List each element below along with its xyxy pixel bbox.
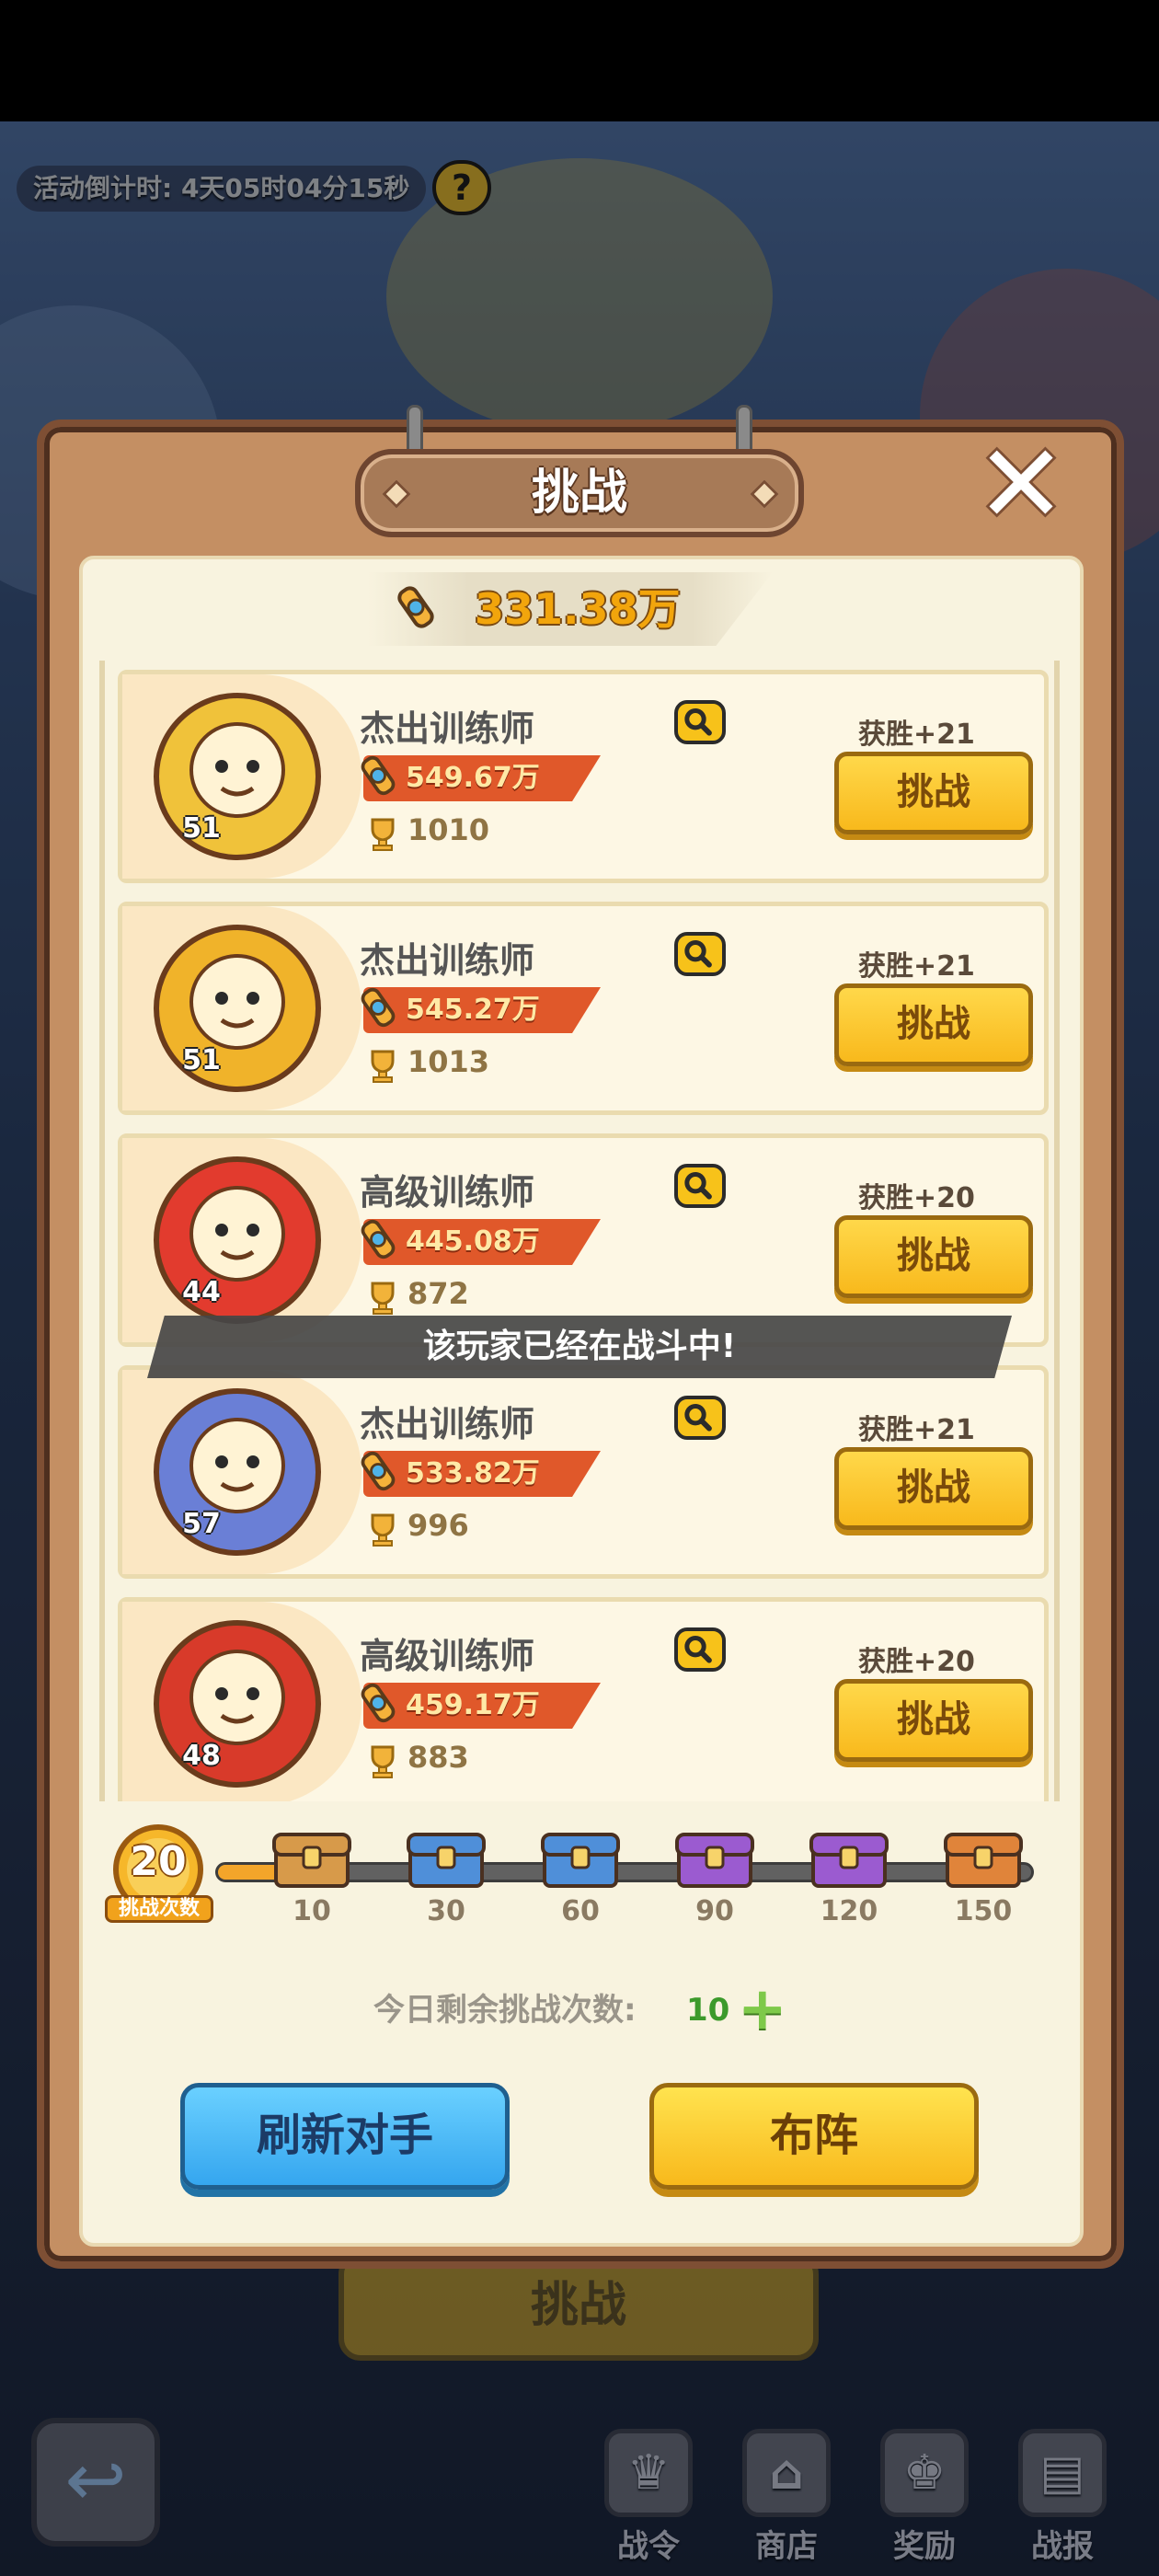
shop-icon: ⌂ (742, 2429, 831, 2517)
toast-message: 该玩家已经在战斗中! (147, 1316, 1012, 1378)
inspect-button[interactable] (674, 932, 726, 976)
trophy-icon (371, 1745, 395, 1778)
challenge-count-label: 挑战次数 (105, 1895, 213, 1923)
opponent-rank-title: 高级训练师 (360, 1636, 535, 1676)
win-reward: 获胜+20 (858, 1182, 975, 1214)
opponent-card: 48 高级训练师 459.17万 883 获胜+20 挑战 (118, 1597, 1049, 1801)
challenge-button[interactable]: 挑战 (834, 983, 1033, 1066)
trophy-icon (371, 1282, 395, 1315)
rewards-icon: ♚ (880, 2429, 969, 2517)
search-icon (684, 1404, 712, 1432)
inspect-button[interactable] (674, 1396, 726, 1440)
inspect-button[interactable] (674, 700, 726, 744)
battle-pass-icon: ♛ (604, 2429, 693, 2517)
back-button[interactable]: ↩ (31, 2418, 160, 2547)
milestone-label: 150 (954, 1895, 1013, 1927)
power-icon (361, 1683, 396, 1723)
nav-label: 奖励 (893, 2528, 956, 2565)
power-icon (361, 1451, 396, 1491)
opponent-level: 51 (182, 812, 221, 845)
opponent-card: 44 高级训练师 445.08万 872 获胜+20 挑战 (118, 1133, 1049, 1347)
power-icon (361, 987, 396, 1028)
opponent-power: 445.08万 (406, 1225, 540, 1258)
nav-rewards[interactable]: ♚ 奖励 (865, 2429, 984, 2567)
blue-chest-icon[interactable] (405, 1827, 488, 1892)
opponent-list[interactable]: 51 杰出训练师 549.67万 1010 获胜+21 挑战 51 杰出训练师 … (99, 661, 1060, 1801)
inspect-button[interactable] (674, 1164, 726, 1208)
wood-chest-icon[interactable] (270, 1827, 353, 1892)
opponent-level: 57 (182, 1508, 221, 1540)
trophy-icon (371, 818, 395, 851)
search-icon (684, 1172, 712, 1200)
opponent-level: 51 (182, 1044, 221, 1076)
opponent-power: 549.67万 (406, 762, 540, 794)
purple-chest-icon[interactable] (808, 1827, 890, 1892)
nav-label: 战报 (1031, 2528, 1094, 2565)
opponent-trophies: 1010 (407, 812, 490, 847)
status-bar-area (0, 0, 1159, 121)
inspect-button[interactable] (674, 1627, 726, 1672)
power-icon (361, 755, 396, 796)
milestone-label: 60 (561, 1895, 600, 1927)
opponent-power: 533.82万 (406, 1457, 540, 1489)
opponent-trophies: 1013 (407, 1044, 490, 1079)
opponent-level: 48 (182, 1740, 221, 1772)
opponent-trophies: 872 (407, 1276, 469, 1311)
my-power-value: 331.38万 (475, 584, 681, 634)
challenge-button[interactable]: 挑战 (834, 752, 1033, 834)
opponent-trophies: 996 (407, 1508, 469, 1543)
modal-title: 挑战 (531, 466, 627, 521)
nav-label: 商店 (755, 2528, 818, 2565)
challenge-button[interactable]: 挑战 (834, 1215, 1033, 1298)
power-icon (361, 1219, 396, 1259)
search-icon (684, 940, 712, 968)
win-reward: 获胜+21 (858, 950, 975, 983)
opponent-card: 51 杰出训练师 549.67万 1010 获胜+21 挑战 (118, 670, 1049, 883)
opponent-power: 459.17万 (406, 1689, 540, 1721)
milestone-label: 120 (820, 1895, 878, 1927)
opponent-card: 51 杰出训练师 545.27万 1013 获胜+21 挑战 (118, 902, 1049, 1115)
close-button[interactable]: ✕ (975, 430, 1067, 538)
trophy-icon (371, 1513, 395, 1547)
win-reward: 获胜+20 (858, 1646, 975, 1678)
add-attempts-button[interactable]: + (738, 1980, 787, 2039)
opponent-rank-title: 高级训练师 (360, 1172, 535, 1213)
milestone-label: 10 (293, 1895, 331, 1927)
purple-chest-icon[interactable] (673, 1827, 756, 1892)
formation-button[interactable]: 布阵 (649, 2083, 979, 2190)
power-icon (397, 586, 434, 628)
challenge-button[interactable]: 挑战 (834, 1679, 1033, 1762)
win-reward: 获胜+21 (858, 719, 975, 751)
opponent-power: 545.27万 (406, 994, 540, 1026)
nav-shop[interactable]: ⌂ 商店 (727, 2429, 846, 2567)
opponent-card: 57 杰出训练师 533.82万 996 获胜+21 挑战 (118, 1365, 1049, 1579)
nav-label: 战令 (617, 2528, 680, 2565)
remaining-count: 10 (686, 1992, 730, 2029)
nav-battle-pass[interactable]: ♛ 战令 (589, 2429, 708, 2567)
blue-chest-icon[interactable] (539, 1827, 622, 1892)
refresh-opponents-button[interactable]: 刷新对手 (180, 2083, 510, 2190)
opponent-level: 44 (182, 1276, 221, 1308)
challenge-button[interactable]: 挑战 (834, 1447, 1033, 1530)
opponent-rank-title: 杰出训练师 (360, 708, 535, 749)
title-plate: 挑战 (355, 449, 804, 537)
trophy-icon (371, 1050, 395, 1083)
milestone-label: 90 (695, 1895, 734, 1927)
win-reward: 获胜+21 (858, 1414, 975, 1446)
battle-report-icon: ▤ (1018, 2429, 1107, 2517)
back-arrow-icon: ↩ (64, 2437, 127, 2523)
opponent-rank-title: 杰出训练师 (360, 1404, 535, 1444)
opponent-rank-title: 杰出训练师 (360, 940, 535, 981)
search-icon (684, 1636, 712, 1663)
milestone-label: 30 (427, 1895, 465, 1927)
opponent-trophies: 883 (407, 1740, 469, 1775)
search-icon (684, 708, 712, 736)
nav-battle-report[interactable]: ▤ 战报 (1003, 2429, 1122, 2567)
challenge-count: 20 (130, 1838, 187, 1885)
orange-chest-icon[interactable] (942, 1827, 1025, 1892)
remaining-label: 今日剩余挑战次数: (373, 1992, 637, 2029)
